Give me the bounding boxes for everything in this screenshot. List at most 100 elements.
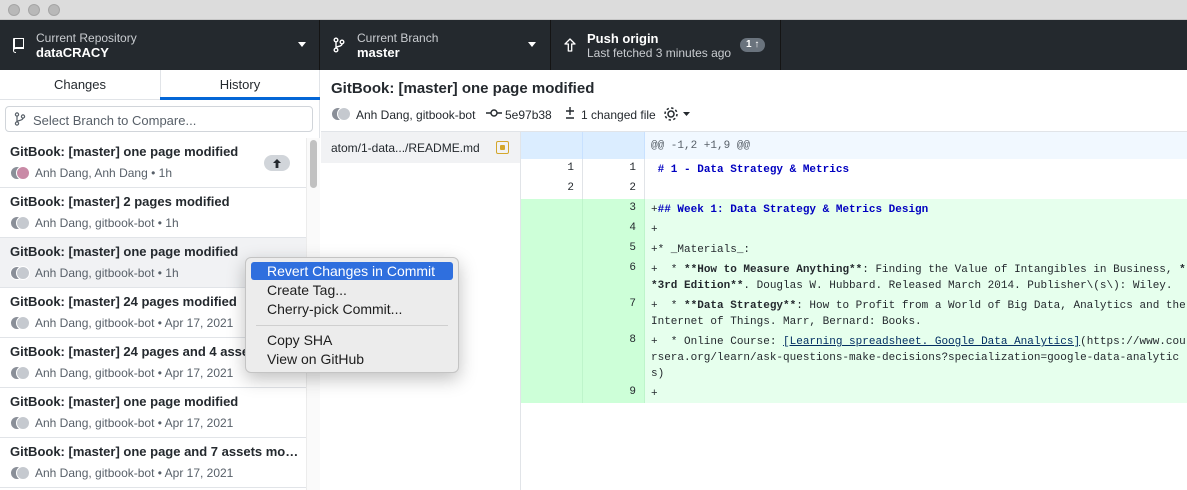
new-line-number: 6	[629, 262, 636, 274]
commit-item-authors: Anh Dang, gitbook-bot	[35, 216, 155, 230]
new-line-number: 9	[629, 386, 636, 398]
diff-line-code: # 1 - Data Strategy & Metrics	[651, 164, 850, 176]
new-line-number: 2	[629, 182, 636, 194]
chevron-down-icon	[528, 42, 536, 47]
gutter-old	[521, 295, 583, 331]
diff-line-added[interactable]: 4 +	[521, 219, 1187, 239]
commit-item-title: GitBook: [master] 2 pages modified	[10, 194, 230, 209]
gutter-new: 3	[583, 199, 645, 219]
new-line-number: 5	[629, 242, 636, 254]
new-line-number: 8	[629, 334, 636, 346]
gutter-old	[521, 383, 583, 403]
commit-item-time: 1h	[165, 216, 179, 230]
avatar-group	[10, 365, 32, 381]
meta-separator: •	[154, 316, 165, 330]
commit-icon	[486, 107, 502, 122]
gutter-new: 4	[583, 219, 645, 239]
old-line-number: 2	[567, 182, 574, 194]
menu-separator	[256, 325, 448, 326]
commit-item-meta: Anh Dang, gitbook-bot • Apr 17, 2021	[35, 366, 233, 380]
commit-item-meta: Anh Dang, Anh Dang • 1h	[35, 166, 172, 180]
branch-compare-box[interactable]	[5, 106, 313, 132]
current-repository-button[interactable]: Current Repository dataCRACY	[0, 20, 320, 70]
commit-list-item[interactable]: GitBook: [master] 2 pages modified Anh Da…	[0, 188, 306, 238]
gutter-old	[521, 239, 583, 259]
diff-line-code: + * **How to Measure Anything**: Finding…	[651, 264, 1186, 292]
gutter-old	[521, 331, 583, 383]
changed-file-item[interactable]: atom/1-data.../README.md	[321, 132, 520, 163]
diff-icon	[564, 106, 576, 123]
commit-item-meta: Anh Dang, gitbook-bot • Apr 17, 2021	[35, 316, 233, 330]
menu-item-create-tag[interactable]: Create Tag...	[251, 281, 453, 299]
meta-separator: •	[154, 416, 165, 430]
branch-compare-input[interactable]	[33, 111, 303, 129]
scrollbar-thumb[interactable]	[310, 140, 317, 188]
gutter-new: 1	[583, 159, 645, 179]
commit-item-authors: Anh Dang, gitbook-bot	[35, 416, 155, 430]
commit-item-meta: Anh Dang, gitbook-bot • Apr 17, 2021	[35, 466, 233, 480]
diff-line-code: +* _Materials_:	[651, 244, 751, 256]
gutter-old	[521, 259, 583, 295]
commit-list-item[interactable]: GitBook: [master] one page modified Anh D…	[0, 138, 306, 188]
gutter-new: 2	[583, 179, 645, 199]
gutter-old	[521, 219, 583, 239]
commit-item-authors: Anh Dang, gitbook-bot	[35, 316, 155, 330]
commit-item-authors: Anh Dang, gitbook-bot	[35, 466, 155, 480]
gutter-new: 5	[583, 239, 645, 259]
branch-title: Current Branch	[357, 31, 439, 45]
branch-icon	[14, 112, 26, 129]
commit-list-item[interactable]: GitBook: [master] one page and 7 assets …	[0, 438, 306, 488]
diff-line-context[interactable]: 1 1 # 1 - Data Strategy & Metrics	[521, 159, 1187, 179]
diff-view: @@ -1,2 +1,9 @@ 1 1 # 1 - Data Strategy &…	[521, 132, 1187, 490]
window-minimize-button[interactable]	[28, 4, 40, 16]
chevron-down-icon	[298, 42, 306, 47]
diff-line-added[interactable]: 6 + * **How to Measure Anything**: Findin…	[521, 259, 1187, 295]
commit-list-item[interactable]: GitBook: [master] one page modified Anh D…	[0, 388, 306, 438]
commit-summary-header: GitBook: [master] one page modified Anh …	[321, 70, 1187, 132]
tab-history[interactable]: History	[160, 70, 320, 100]
commit-sha[interactable]: 5e97b38	[505, 108, 552, 122]
diff-line-context[interactable]: 22	[521, 179, 1187, 199]
branch-name: master	[357, 45, 400, 60]
diff-line-added[interactable]: 3 +## Week 1: Data Strategy & Metrics Des…	[521, 199, 1187, 219]
new-line-number: 4	[629, 222, 636, 234]
diff-hunk-header[interactable]: @@ -1,2 +1,9 @@	[521, 132, 1187, 159]
commit-item-time: 1h	[165, 266, 179, 280]
tab-changes[interactable]: Changes	[0, 70, 160, 100]
new-line-number: 7	[629, 298, 636, 310]
menu-item-cherry-pick[interactable]: Cherry-pick Commit...	[251, 300, 453, 318]
window-zoom-button[interactable]	[48, 4, 60, 16]
commit-context-menu: Revert Changes in Commit Create Tag... C…	[245, 257, 459, 373]
diff-line-code: +	[651, 224, 658, 236]
menu-item-view-on-github[interactable]: View on GitHub	[251, 350, 453, 368]
diff-line-added[interactable]: 7 + * **Data Strategy**: How to Profit fr…	[521, 295, 1187, 331]
avatar	[16, 466, 30, 480]
commit-item-authors: Anh Dang, gitbook-bot	[35, 366, 155, 380]
avatar-group	[10, 465, 32, 481]
commit-item-authors: Anh Dang, gitbook-bot	[35, 266, 155, 280]
commit-item-time: Apr 17, 2021	[164, 466, 234, 480]
window-close-button[interactable]	[8, 4, 20, 16]
current-branch-button[interactable]: Current Branch master	[320, 20, 551, 70]
avatar-group	[10, 415, 32, 431]
sidebar-tabs: Changes History	[0, 70, 320, 100]
gutter-old: 2	[521, 179, 583, 199]
gutter-new: 7	[583, 295, 645, 331]
repository-title: Current Repository	[36, 31, 137, 45]
repository-name: dataCRACY	[36, 45, 109, 60]
menu-item-copy-sha[interactable]: Copy SHA	[251, 331, 453, 349]
avatar-group	[10, 215, 32, 231]
menu-item-revert-changes[interactable]: Revert Changes in Commit	[251, 262, 453, 280]
diff-line-added[interactable]: 8 + * Online Course: [Learning spreadshee…	[521, 331, 1187, 383]
diff-line-added[interactable]: 5 +* _Materials_:	[521, 239, 1187, 259]
commit-item-time: Apr 17, 2021	[164, 416, 234, 430]
avatar	[16, 366, 30, 380]
diff-settings-button[interactable]	[663, 105, 695, 123]
meta-separator: •	[154, 216, 166, 230]
avatar	[337, 107, 351, 121]
commit-item-time: Apr 17, 2021	[164, 366, 234, 380]
diff-line-code: + * Online Course: [Learning spreadsheet…	[651, 336, 1186, 380]
meta-separator: •	[154, 366, 165, 380]
diff-line-added[interactable]: 9 +	[521, 383, 1187, 403]
avatar-group	[10, 165, 32, 181]
